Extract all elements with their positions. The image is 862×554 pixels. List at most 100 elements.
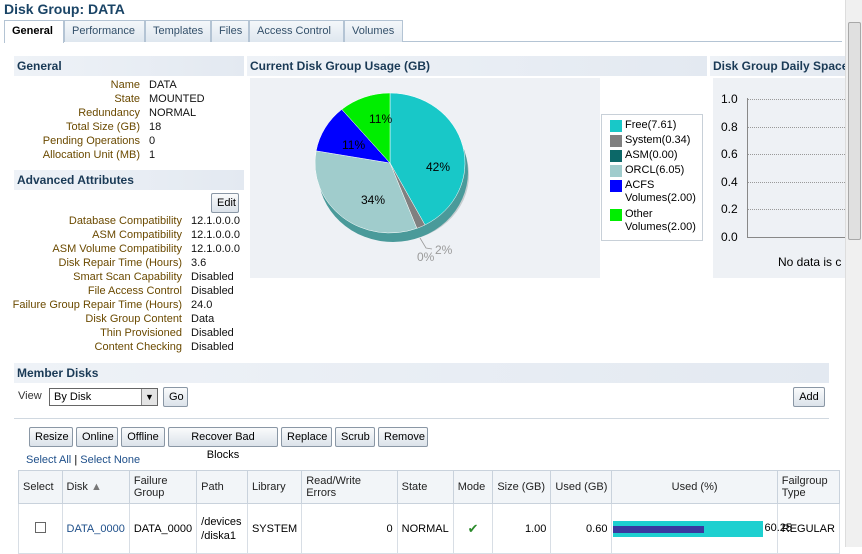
replace-button[interactable]: Replace	[281, 427, 332, 447]
daily-gridline	[748, 154, 845, 155]
daily-gridline	[748, 99, 845, 100]
scrollbar-thumb[interactable]	[848, 22, 861, 240]
daily-empty-text: No data is c	[778, 255, 842, 269]
legend-swatch	[610, 180, 622, 192]
general-label: Name	[110, 79, 140, 91]
sort-ascending-icon[interactable]: ▲	[91, 481, 102, 493]
select-links: Select All | Select None	[26, 454, 140, 466]
disk-link[interactable]: DATA_0000	[67, 523, 125, 535]
pie-label-other: 11%	[369, 112, 392, 126]
go-button[interactable]: Go	[163, 387, 188, 407]
path-cell: /devices /diska1	[196, 503, 248, 554]
view-label: View	[18, 390, 42, 402]
tab-performance[interactable]: Performance	[64, 20, 145, 42]
general-value: 1	[149, 149, 156, 161]
col-library: Library	[246, 470, 303, 504]
advanced-value: 24.0	[191, 299, 213, 311]
daily-chart-area: 1.0 0.8 0.6 0.4 0.2 0.0 No data is c	[713, 78, 845, 278]
legend-swatch	[610, 165, 622, 177]
advanced-section-header: Advanced Attributes	[14, 170, 244, 190]
advanced-label: Failure Group Repair Time (Hours)	[12, 299, 182, 311]
daily-tick-label: 1.0	[721, 92, 738, 106]
legend-item: System(0.34)	[610, 134, 703, 147]
legend-label: ORCL(6.05)	[625, 164, 685, 176]
pie-leader-line	[419, 237, 433, 250]
row-checkbox[interactable]	[34, 521, 46, 533]
daily-tick-label: 0.6	[721, 147, 738, 161]
select-none-link[interactable]: Select None	[80, 454, 140, 466]
add-button[interactable]: Add	[793, 387, 825, 407]
member-disks-header: Member Disks	[14, 363, 829, 383]
tab-bar: General Performance Templates Files Acce…	[4, 20, 842, 43]
legend-label: System(0.34)	[625, 134, 691, 146]
pie-label-asm_zero: 0%	[417, 250, 435, 264]
used-pct-bar: 60.25	[613, 520, 792, 537]
row-select-cell	[18, 503, 63, 554]
tab-general[interactable]: General	[4, 20, 64, 43]
used-pct-label: 60.25	[764, 521, 792, 534]
view-select[interactable]: By Disk ▼	[49, 388, 158, 406]
general-label: Allocation Unit (MB)	[42, 149, 140, 161]
usage-section-header: Current Disk Group Usage (GB)	[247, 56, 707, 76]
advanced-value: Disabled	[191, 271, 234, 283]
col-path: Path	[196, 470, 248, 504]
col-rw-errors: Read/Write Errors	[301, 470, 398, 504]
select-all-link[interactable]: Select All	[26, 454, 71, 466]
state-cell: NORMAL	[396, 503, 454, 554]
tab-access-control[interactable]: Access Control	[249, 20, 344, 42]
advanced-value: 12.1.0.0.0	[191, 229, 240, 241]
used-pct-bar-fill	[613, 525, 704, 533]
library-cell: SYSTEM	[246, 503, 303, 554]
col-disk[interactable]: Disk ▲	[61, 470, 130, 504]
chevron-down-icon[interactable]: ▼	[141, 389, 157, 405]
advanced-label: File Access Control	[87, 285, 182, 297]
tab-templates[interactable]: Templates	[145, 20, 211, 42]
col-used-pct: Used (%)	[611, 470, 778, 504]
tab-files[interactable]: Files	[211, 20, 249, 42]
used-cell: 0.60	[550, 503, 613, 554]
pie-label-system: 2%	[435, 243, 453, 257]
legend-label: Other Volumes(2.00)	[625, 208, 696, 233]
scrub-button[interactable]: Scrub	[335, 427, 375, 447]
legend-item: ORCL(6.05)	[610, 164, 703, 177]
daily-tick-label: 0.8	[721, 119, 738, 134]
online-button[interactable]: Online	[76, 427, 118, 447]
advanced-label: Disk Repair Time (Hours)	[58, 257, 182, 269]
daily-y-axis	[747, 98, 748, 238]
recover-bad-blocks-button[interactable]: Recover Bad Blocks	[168, 427, 278, 461]
advanced-value: Data	[191, 313, 215, 325]
advanced-label: Thin Provisioned	[100, 327, 182, 339]
general-label: Total Size (GB)	[66, 121, 140, 133]
tab-volumes[interactable]: Volumes	[344, 20, 403, 42]
mode-online-icon: ✔	[452, 503, 494, 554]
advanced-label: Smart Scan Capability	[73, 271, 182, 283]
remove-button[interactable]: Remove	[378, 427, 428, 447]
vertical-scrollbar[interactable]	[845, 0, 862, 547]
select-separator: |	[74, 454, 78, 466]
daily-gridline	[748, 209, 845, 210]
advanced-label: Content Checking	[94, 341, 182, 353]
resize-button[interactable]: Resize	[29, 427, 73, 447]
offline-button[interactable]: Offline	[121, 427, 165, 447]
col-failgroup-type: Failgroup Type	[776, 470, 841, 504]
edit-button[interactable]: Edit	[211, 193, 239, 213]
legend-label: Free(7.61)	[625, 119, 677, 131]
table-row: DATA_0000 DATA_0000 /devices /diska1 SYS…	[18, 503, 841, 554]
advanced-label: ASM Volume Compatibility	[52, 243, 182, 255]
advanced-value: Disabled	[191, 327, 234, 339]
legend-item: Free(7.61)	[610, 119, 703, 132]
general-label: Redundancy	[78, 107, 140, 119]
col-mode: Mode	[452, 470, 494, 504]
col-select: Select	[18, 470, 63, 504]
used-pct-cell: 60.25	[611, 503, 792, 554]
usage-legend: Free(7.61) System(0.34) ASM(0.00) ORCL(6.05…	[601, 114, 703, 241]
divider	[14, 418, 829, 419]
daily-x-axis	[747, 237, 845, 238]
general-label: Pending Operations	[42, 135, 140, 147]
failure-group-cell: DATA_0000	[128, 503, 198, 554]
general-value: MOUNTED	[149, 93, 205, 105]
pie-label-acfs: 11%	[342, 138, 365, 152]
table-header-row: Select Disk ▲ Failure Group Path Library…	[18, 470, 841, 504]
advanced-value: 3.6	[191, 257, 207, 269]
general-value: DATA	[149, 79, 177, 91]
